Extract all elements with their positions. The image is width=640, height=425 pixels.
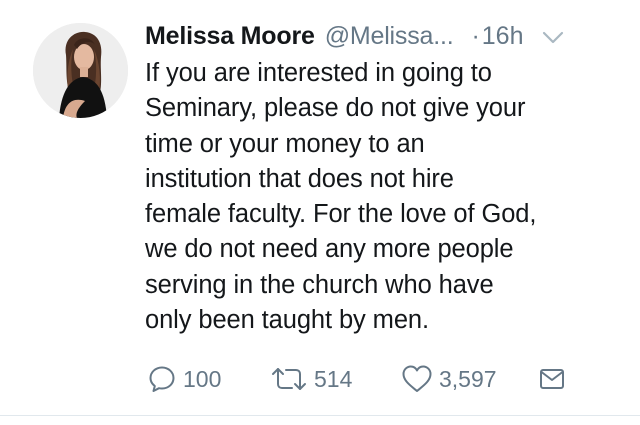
heart-icon (402, 365, 432, 392)
avatar[interactable] (33, 23, 128, 118)
tweet-text-line: time or your money to an (145, 129, 425, 158)
envelope-icon (540, 369, 564, 389)
timestamp[interactable]: 16h (482, 22, 524, 51)
tweet-text-line: we do not need any more people (145, 235, 514, 264)
direct-message-button[interactable] (539, 360, 565, 398)
display-name[interactable]: Melissa Moore (145, 22, 315, 51)
like-button[interactable]: 3,597 (401, 360, 497, 398)
tweet-text-line: Seminary, please do not give your (145, 94, 526, 123)
tweet-text: If you are interested in going to Semina… (145, 56, 615, 338)
tweet-text-line: female faculty. For the love of God, (145, 200, 537, 229)
tweet-text-line: serving in the church who have (145, 270, 494, 299)
retweet-icon (272, 368, 306, 390)
tweet-actions: 100 514 3,597 (145, 360, 625, 398)
reply-icon (149, 366, 175, 392)
tweet-text-line: If you are interested in going to (145, 59, 492, 87)
retweet-button[interactable]: 514 (270, 360, 352, 398)
user-handle[interactable]: @Melissa... (325, 22, 454, 51)
like-count: 3,597 (439, 365, 497, 392)
reply-button[interactable]: 100 (147, 360, 221, 398)
tweet-header: Melissa Moore @Melissa... · 16h (145, 17, 620, 55)
tweet-text-line: institution that does not hire (145, 164, 454, 193)
separator-dot: · (471, 21, 480, 50)
avatar-photo (33, 23, 128, 118)
retweet-count: 514 (314, 365, 353, 392)
divider (0, 415, 640, 416)
reply-count: 100 (183, 365, 222, 392)
chevron-down-icon[interactable] (542, 31, 564, 45)
tweet-text-line: only been taught by men. (145, 306, 429, 335)
tweet[interactable]: Melissa Moore @Melissa... · 16h If you a… (0, 0, 640, 425)
